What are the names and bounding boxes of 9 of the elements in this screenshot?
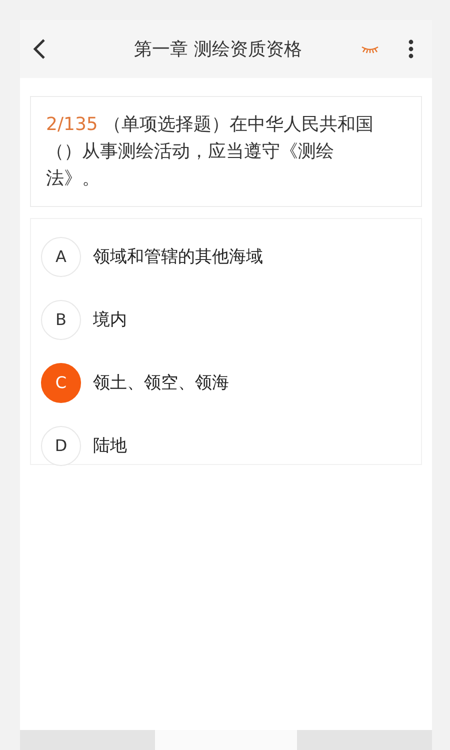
option-letter[interactable]: B bbox=[41, 300, 81, 340]
question-text: 2/135 （单项选择题）在中华人民共和国（）从事测绘活动，应当遵守《测绘法》。 bbox=[46, 113, 375, 191]
option-letter[interactable]: D bbox=[41, 426, 81, 466]
option-text[interactable]: 陆地 bbox=[93, 434, 127, 457]
option-text[interactable]: 领土、领空、领海 bbox=[93, 371, 229, 394]
option-text[interactable]: 境内 bbox=[93, 308, 127, 331]
option-text[interactable]: 领域和管辖的其他海域 bbox=[93, 245, 263, 268]
page-title: 第一章 测绘资质资格 bbox=[133, 38, 303, 61]
option-letter[interactable]: A bbox=[41, 236, 81, 276]
